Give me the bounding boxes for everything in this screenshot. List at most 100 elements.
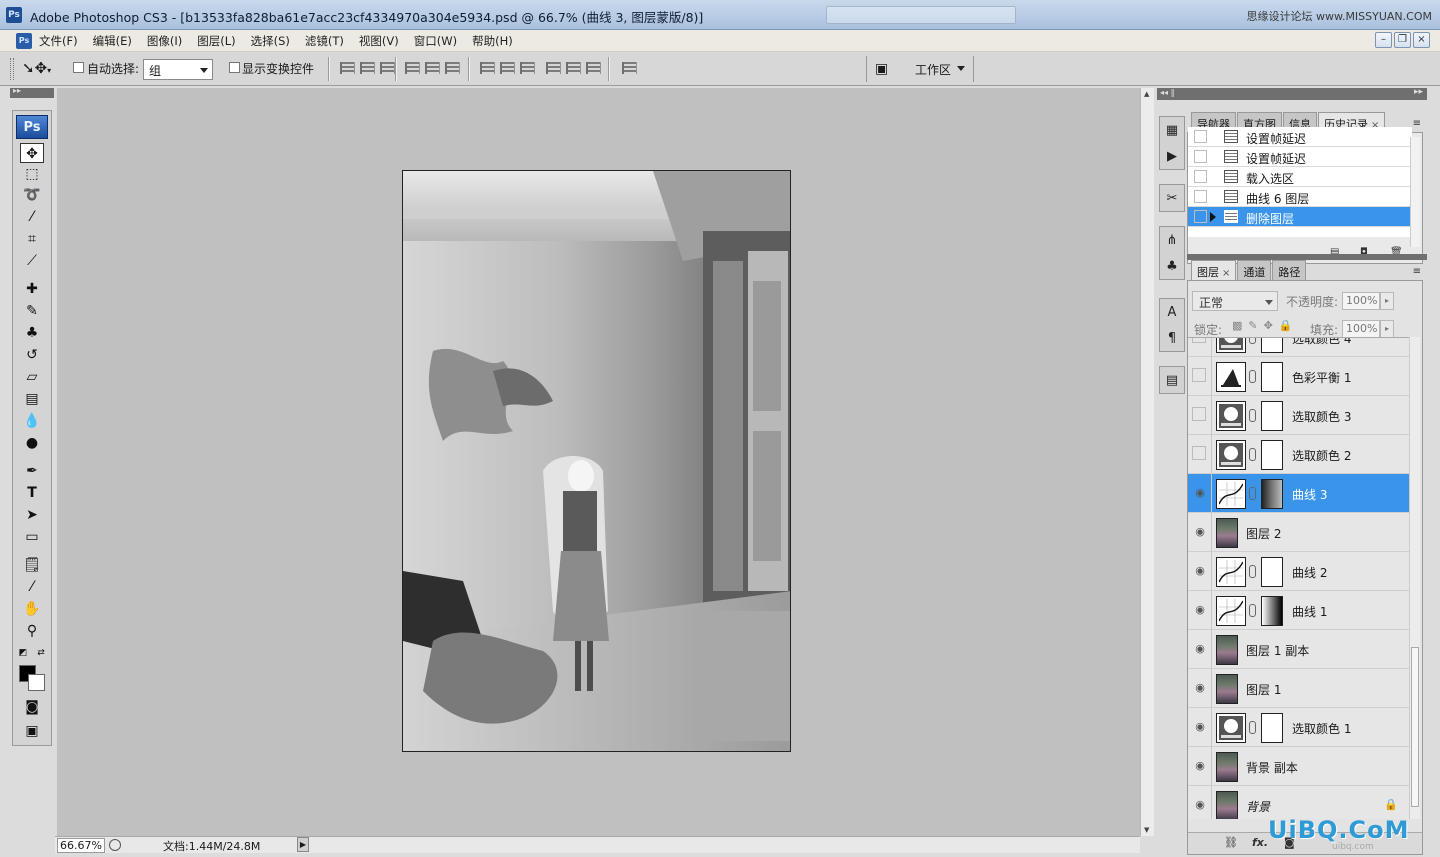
menu-item[interactable]: 帮助(H) (471, 33, 514, 49)
auto-select-checkbox[interactable] (73, 62, 84, 73)
mask-link-icon[interactable] (1249, 487, 1256, 500)
distribute-vcenter-icon[interactable] (498, 60, 515, 76)
menu-item[interactable]: 视图(V) (358, 33, 400, 49)
distribute-bottom-icon[interactable] (518, 60, 535, 76)
align-right-icon[interactable] (443, 60, 460, 76)
link-layers-icon[interactable]: ⛓ (1224, 836, 1238, 849)
align-left-icon[interactable] (403, 60, 420, 76)
eye-icon[interactable]: ◉ (1193, 681, 1207, 695)
panel-tab[interactable]: 通道 (1237, 260, 1272, 280)
layer-mask-thumbnail[interactable] (1261, 557, 1283, 587)
workspace-label[interactable]: 工作区 (915, 61, 951, 78)
menu-item[interactable]: 图像(I) (146, 33, 183, 49)
layer-row[interactable]: 选取颜色 3 (1188, 396, 1410, 435)
fill-field[interactable]: 100% (1342, 320, 1380, 338)
eyedropper-tool-icon[interactable]: ⁄ (20, 577, 44, 597)
eraser-tool-icon[interactable]: ▱ (20, 367, 44, 387)
zoom-field[interactable]: 66.67% (57, 838, 105, 853)
brushes-panel-icon[interactable]: ⋔ (1160, 229, 1184, 253)
close-icon[interactable]: × (1413, 32, 1430, 48)
status-menu-arrow[interactable]: ▶ (297, 837, 309, 852)
slice-tool-icon[interactable]: ⟋ (20, 251, 44, 271)
clone-stamp-tool-icon[interactable]: ♣ (20, 323, 44, 343)
align-bottom-icon[interactable] (378, 60, 395, 76)
layer-row[interactable]: ◉ 图层 2 (1188, 513, 1410, 552)
scroll-up-icon[interactable]: ▲ (1144, 90, 1149, 98)
menu-item[interactable]: 文件(F) (38, 33, 79, 49)
marquee-tool-icon[interactable]: ⬚ (20, 164, 44, 184)
layer-row[interactable]: ◉ 选取颜色 1 (1188, 708, 1410, 747)
eye-icon[interactable]: ◉ (1193, 642, 1207, 656)
layer-row[interactable]: ◉ 背景 🔒 (1188, 786, 1410, 819)
screen-mode-icon[interactable]: ▣ (20, 721, 44, 741)
swap-colors-icon[interactable]: ⇄ (35, 643, 47, 663)
path-selection-tool-icon[interactable]: ➤ (20, 505, 44, 525)
mask-link-icon[interactable] (1249, 565, 1256, 578)
history-source-checkbox[interactable] (1194, 170, 1207, 183)
type-tool-icon[interactable]: T (20, 483, 44, 503)
panel-tab[interactable]: 路径 (1272, 260, 1307, 280)
layer-mask-thumbnail[interactable] (1261, 401, 1283, 431)
panel-menu-icon[interactable]: ≡ (1413, 266, 1421, 277)
history-source-checkbox[interactable] (1194, 210, 1207, 223)
mask-link-icon[interactable] (1249, 604, 1256, 617)
layer-row[interactable]: ◉ 背景 副本 (1188, 747, 1410, 786)
character-panel-icon[interactable]: A (1160, 301, 1184, 325)
distribute-right-icon[interactable] (584, 60, 601, 76)
pen-tool-icon[interactable]: ✒ (20, 461, 44, 481)
hand-tool-icon[interactable]: ✋ (20, 599, 44, 619)
layer-mask-thumbnail[interactable] (1261, 479, 1283, 509)
auto-select-dropdown[interactable]: 组 (143, 59, 213, 80)
history-source-checkbox[interactable] (1194, 150, 1207, 163)
background-color-swatch[interactable] (28, 674, 45, 691)
paragraph-panel-icon[interactable]: ¶ (1160, 327, 1184, 351)
mask-link-icon[interactable] (1249, 338, 1256, 344)
distribute-hcenter-icon[interactable] (564, 60, 581, 76)
show-transform-checkbox[interactable] (229, 62, 240, 73)
history-item[interactable]: 设置帧延迟 (1188, 147, 1412, 167)
history-scrollbar[interactable] (1410, 137, 1420, 247)
notes-tool-icon[interactable]: 🗒 (20, 555, 44, 575)
panel-dock-header[interactable]: ▸▸ (1187, 87, 1427, 100)
dodge-tool-icon[interactable]: ● (20, 433, 44, 453)
mask-link-icon[interactable] (1249, 448, 1256, 461)
eye-icon[interactable]: ◉ (1193, 486, 1207, 500)
layer-row[interactable]: ◉ 图层 1 (1188, 669, 1410, 708)
history-item[interactable]: 曲线 6 图层 (1188, 187, 1412, 207)
layer-mask-thumbnail[interactable] (1261, 440, 1283, 470)
distribute-top-icon[interactable] (478, 60, 495, 76)
history-source-checkbox[interactable] (1194, 190, 1207, 203)
visibility-toggle[interactable] (1192, 407, 1206, 421)
layer-row[interactable]: 色彩平衡 1 (1188, 357, 1410, 396)
bridge-icon[interactable]: ▣ (875, 61, 895, 77)
eye-icon[interactable]: ◉ (1193, 759, 1207, 773)
opacity-slider-arrow[interactable]: ▸ (1380, 292, 1394, 310)
layer-row[interactable]: 选取颜色 4 (1188, 338, 1410, 357)
layer-row[interactable]: ◉ 曲线 2 (1188, 552, 1410, 591)
lock-transparent-icon[interactable]: ▩ (1232, 319, 1242, 332)
mask-link-icon[interactable] (1249, 721, 1256, 734)
move-tool-icon[interactable]: ✥ (20, 143, 44, 163)
quick-mask-icon[interactable]: ◙ (20, 697, 44, 717)
menu-item[interactable]: 编辑(E) (92, 33, 133, 49)
layer-mask-thumbnail[interactable] (1261, 713, 1283, 743)
distribute-left-icon[interactable] (544, 60, 561, 76)
layer-style-icon[interactable]: fx. (1252, 836, 1268, 849)
tool-preset-picker[interactable]: ➘✥▾ (22, 59, 60, 79)
menu-item[interactable]: 图层(L) (196, 33, 236, 49)
close-icon[interactable]: × (1222, 268, 1230, 279)
history-brush-tool-icon[interactable]: ↺ (20, 345, 44, 365)
shape-tool-icon[interactable]: ▭ (20, 527, 44, 547)
scroll-down-icon[interactable]: ▼ (1144, 826, 1149, 834)
lock-all-icon[interactable]: 🔒 (1279, 319, 1293, 332)
mask-link-icon[interactable] (1249, 409, 1256, 422)
visibility-toggle[interactable] (1192, 368, 1206, 382)
animation-panel-icon[interactable]: ▶ (1160, 145, 1184, 169)
eye-icon[interactable]: ◉ (1193, 720, 1207, 734)
lasso-tool-icon[interactable]: ➰ (20, 185, 44, 205)
layer-row[interactable]: 选取颜色 2 (1188, 435, 1410, 474)
document-canvas[interactable] (402, 170, 791, 752)
layer-row[interactable]: ◉ 图层 1 副本 (1188, 630, 1410, 669)
options-bar-grip[interactable] (10, 58, 14, 80)
dock-header[interactable]: ◂◂ ‖ (1157, 88, 1187, 100)
